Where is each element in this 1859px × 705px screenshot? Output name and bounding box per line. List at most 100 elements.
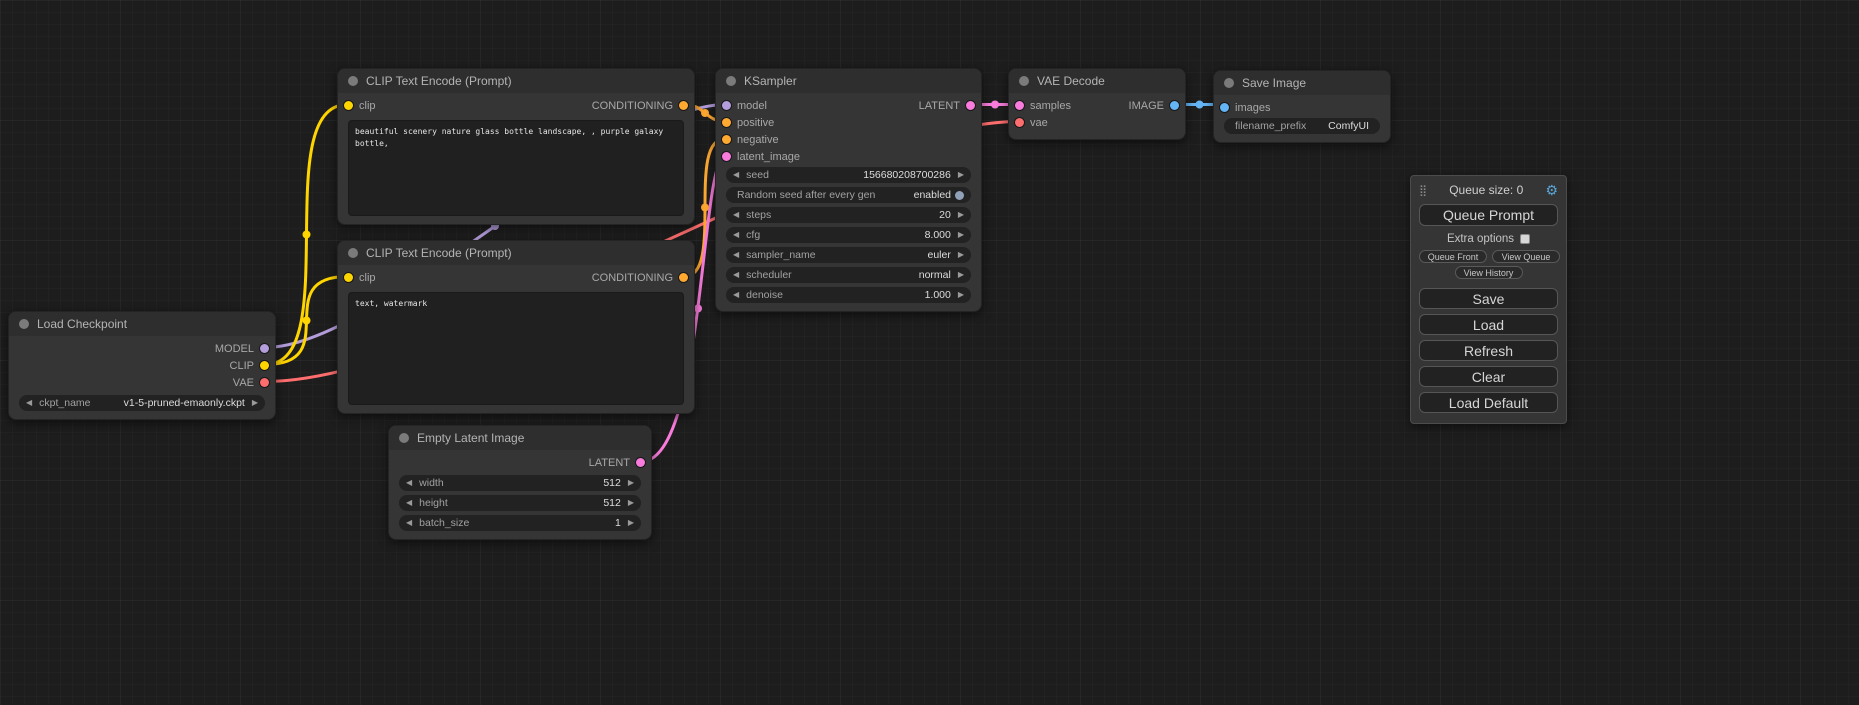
widget-width[interactable]: ◀ width 512 ▶	[399, 475, 641, 491]
node-title-bar[interactable]: Load Checkpoint	[9, 312, 275, 336]
node-clip-text-encode-positive[interactable]: CLIP Text Encode (Prompt) clip CONDITION…	[337, 68, 695, 225]
input-slot-positive[interactable]: positive	[722, 117, 774, 129]
decrement-arrow-icon[interactable]: ◀	[733, 227, 739, 243]
widget-sampler-name[interactable]: ◀ sampler_name euler ▶	[726, 247, 971, 263]
node-vae-decode[interactable]: VAE Decode samples IMAGE vae	[1008, 68, 1186, 140]
view-queue-button[interactable]: View Queue	[1492, 250, 1560, 263]
decrement-arrow-icon[interactable]: ◀	[733, 207, 739, 223]
widget-batch-size[interactable]: ◀ batch_size 1 ▶	[399, 515, 641, 531]
node-title-bar[interactable]: CLIP Text Encode (Prompt)	[338, 69, 694, 93]
collapse-dot-icon[interactable]	[1019, 76, 1029, 86]
decrement-arrow-icon[interactable]: ◀	[733, 247, 739, 263]
decrement-arrow-icon[interactable]: ◀	[406, 475, 412, 491]
toggle-indicator-icon[interactable]	[955, 191, 964, 200]
graph-canvas[interactable]: Load Checkpoint MODEL CLIP VAE	[0, 0, 1859, 705]
queue-front-button[interactable]: Queue Front	[1419, 250, 1487, 263]
node-title-bar[interactable]: KSampler	[716, 69, 981, 93]
node-title-bar[interactable]: Save Image	[1214, 71, 1390, 95]
decrement-arrow-icon[interactable]: ◀	[406, 515, 412, 531]
slot-dot-image[interactable]	[1220, 103, 1229, 112]
node-empty-latent-image[interactable]: Empty Latent Image LATENT ◀ width 512 ▶ …	[388, 425, 652, 540]
output-slot-image[interactable]: IMAGE	[1129, 100, 1179, 112]
increment-arrow-icon[interactable]: ▶	[958, 207, 964, 223]
slot-dot-model[interactable]	[722, 101, 731, 110]
prompt-text-input[interactable]: beautiful scenery nature glass bottle la…	[348, 120, 684, 216]
view-history-button[interactable]: View History	[1455, 266, 1523, 279]
increment-arrow-icon[interactable]: ▶	[252, 395, 258, 411]
slot-dot-clip[interactable]	[260, 361, 269, 370]
widget-random-seed-toggle[interactable]: Random seed after every gen enabled	[726, 187, 971, 203]
slot-dot-model[interactable]	[260, 344, 269, 353]
queue-prompt-button[interactable]: Queue Prompt	[1419, 204, 1558, 226]
collapse-dot-icon[interactable]	[348, 248, 358, 258]
collapse-dot-icon[interactable]	[19, 319, 29, 329]
decrement-arrow-icon[interactable]: ◀	[26, 395, 32, 411]
slot-dot-conditioning[interactable]	[722, 135, 731, 144]
increment-arrow-icon[interactable]: ▶	[628, 475, 634, 491]
node-title-bar[interactable]: VAE Decode	[1009, 69, 1185, 93]
increment-arrow-icon[interactable]: ▶	[958, 247, 964, 263]
input-slot-latent-image[interactable]: latent_image	[722, 151, 800, 163]
input-slot-images[interactable]: images	[1220, 102, 1270, 114]
drag-handle-icon[interactable]: ⣿	[1419, 184, 1427, 197]
refresh-button[interactable]: Refresh	[1419, 340, 1558, 361]
slot-dot-latent[interactable]	[966, 101, 975, 110]
node-title-bar[interactable]: CLIP Text Encode (Prompt)	[338, 241, 694, 265]
increment-arrow-icon[interactable]: ▶	[628, 495, 634, 511]
settings-gear-icon[interactable]: ⚙	[1545, 182, 1558, 199]
widget-filename-prefix[interactable]: filename_prefix ComfyUI	[1224, 118, 1380, 134]
slot-dot-clip[interactable]	[344, 273, 353, 282]
input-slot-negative[interactable]: negative	[722, 134, 779, 146]
slot-dot-clip[interactable]	[344, 101, 353, 110]
slot-dot-conditioning[interactable]	[679, 101, 688, 110]
node-clip-text-encode-negative[interactable]: CLIP Text Encode (Prompt) clip CONDITION…	[337, 240, 695, 414]
node-ksampler[interactable]: KSampler model LATENT positive	[715, 68, 982, 312]
save-button[interactable]: Save	[1419, 288, 1558, 309]
slot-dot-latent[interactable]	[636, 458, 645, 467]
slot-dot-conditioning[interactable]	[679, 273, 688, 282]
input-slot-clip[interactable]: clip	[344, 100, 376, 112]
load-default-button[interactable]: Load Default	[1419, 392, 1558, 413]
output-slot-vae[interactable]: VAE	[233, 377, 269, 389]
clear-button[interactable]: Clear	[1419, 366, 1558, 387]
output-slot-model[interactable]: MODEL	[215, 343, 269, 355]
slot-dot-vae[interactable]	[1015, 118, 1024, 127]
slot-dot-conditioning[interactable]	[722, 118, 731, 127]
widget-seed[interactable]: ◀ seed 156680208700286 ▶	[726, 167, 971, 183]
slot-dot-latent[interactable]	[722, 152, 731, 161]
output-slot-clip[interactable]: CLIP	[230, 360, 269, 372]
widget-ckpt-name[interactable]: ◀ ckpt_name v1-5-pruned-emaonly.ckpt ▶	[19, 395, 265, 411]
node-load-checkpoint[interactable]: Load Checkpoint MODEL CLIP VAE	[8, 311, 276, 420]
decrement-arrow-icon[interactable]: ◀	[733, 287, 739, 303]
widget-height[interactable]: ◀ height 512 ▶	[399, 495, 641, 511]
widget-cfg[interactable]: ◀ cfg 8.000 ▶	[726, 227, 971, 243]
increment-arrow-icon[interactable]: ▶	[958, 167, 964, 183]
input-slot-model[interactable]: model	[722, 100, 767, 112]
decrement-arrow-icon[interactable]: ◀	[406, 495, 412, 511]
input-slot-clip[interactable]: clip	[344, 272, 376, 284]
widget-denoise[interactable]: ◀ denoise 1.000 ▶	[726, 287, 971, 303]
increment-arrow-icon[interactable]: ▶	[958, 287, 964, 303]
increment-arrow-icon[interactable]: ▶	[628, 515, 634, 531]
input-slot-samples[interactable]: samples	[1015, 100, 1071, 112]
collapse-dot-icon[interactable]	[1224, 78, 1234, 88]
output-slot-conditioning[interactable]: CONDITIONING	[592, 272, 688, 284]
slot-dot-vae[interactable]	[260, 378, 269, 387]
output-slot-conditioning[interactable]: CONDITIONING	[592, 100, 688, 112]
output-slot-latent[interactable]: LATENT	[919, 100, 975, 112]
collapse-dot-icon[interactable]	[726, 76, 736, 86]
increment-arrow-icon[interactable]: ▶	[958, 227, 964, 243]
collapse-dot-icon[interactable]	[348, 76, 358, 86]
slot-dot-latent[interactable]	[1015, 101, 1024, 110]
widget-steps[interactable]: ◀ steps 20 ▶	[726, 207, 971, 223]
node-save-image[interactable]: Save Image images filename_prefix ComfyU…	[1213, 70, 1391, 143]
load-button[interactable]: Load	[1419, 314, 1558, 335]
input-slot-vae[interactable]: vae	[1015, 117, 1048, 129]
slot-dot-image[interactable]	[1170, 101, 1179, 110]
extra-options-checkbox[interactable]	[1520, 234, 1530, 244]
output-slot-latent[interactable]: LATENT	[589, 457, 645, 469]
node-title-bar[interactable]: Empty Latent Image	[389, 426, 651, 450]
widget-scheduler[interactable]: ◀ scheduler normal ▶	[726, 267, 971, 283]
collapse-dot-icon[interactable]	[399, 433, 409, 443]
decrement-arrow-icon[interactable]: ◀	[733, 267, 739, 283]
